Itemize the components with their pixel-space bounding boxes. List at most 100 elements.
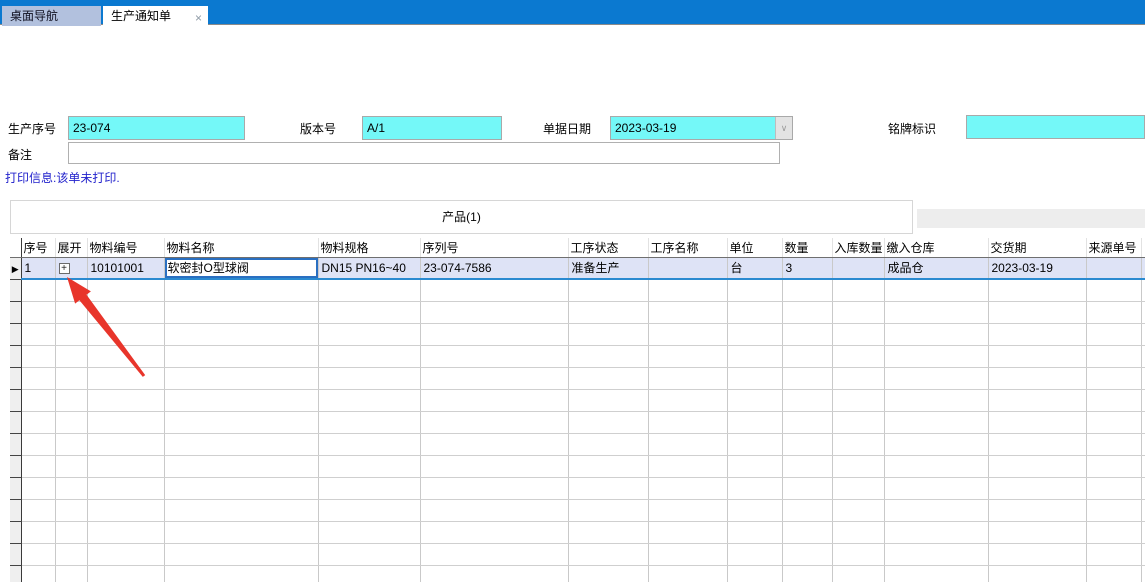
empty-cell[interactable] bbox=[420, 477, 569, 500]
empty-cell[interactable] bbox=[318, 345, 421, 368]
remark-input[interactable] bbox=[68, 142, 780, 164]
empty-cell[interactable] bbox=[648, 301, 728, 324]
empty-cell[interactable] bbox=[782, 521, 833, 544]
cell-0[interactable]: 1 bbox=[21, 257, 56, 280]
empty-cell[interactable] bbox=[727, 477, 783, 500]
empty-cell[interactable] bbox=[164, 433, 319, 456]
empty-cell[interactable] bbox=[568, 279, 649, 302]
empty-cell[interactable] bbox=[727, 411, 783, 434]
empty-cell[interactable] bbox=[648, 323, 728, 346]
column-header-7[interactable]: 工序名称 bbox=[648, 238, 728, 258]
empty-cell[interactable] bbox=[21, 389, 56, 412]
empty-cell[interactable] bbox=[55, 477, 88, 500]
empty-cell[interactable] bbox=[1086, 499, 1142, 522]
empty-cell[interactable] bbox=[318, 279, 421, 302]
empty-cell[interactable] bbox=[884, 279, 989, 302]
empty-cell[interactable] bbox=[648, 279, 728, 302]
empty-cell[interactable] bbox=[988, 411, 1087, 434]
empty-cell[interactable] bbox=[164, 389, 319, 412]
empty-cell[interactable] bbox=[884, 433, 989, 456]
row-selector-cell[interactable] bbox=[10, 411, 22, 434]
empty-cell[interactable] bbox=[884, 411, 989, 434]
empty-cell[interactable] bbox=[164, 301, 319, 324]
empty-cell[interactable] bbox=[648, 543, 728, 566]
empty-cell[interactable] bbox=[648, 455, 728, 478]
cell-11[interactable]: 成品仓 bbox=[884, 257, 989, 280]
empty-cell[interactable] bbox=[988, 455, 1087, 478]
empty-cell[interactable] bbox=[87, 323, 165, 346]
empty-cell[interactable] bbox=[87, 411, 165, 434]
empty-cell[interactable] bbox=[568, 389, 649, 412]
empty-cell[interactable] bbox=[164, 565, 319, 582]
empty-cell[interactable] bbox=[87, 367, 165, 390]
empty-cell[interactable] bbox=[727, 565, 783, 582]
cell-4[interactable]: DN15 PN16~40 bbox=[318, 257, 421, 280]
empty-cell[interactable] bbox=[988, 345, 1087, 368]
empty-cell[interactable] bbox=[884, 477, 989, 500]
empty-cell[interactable] bbox=[988, 301, 1087, 324]
column-header-13[interactable]: 来源单号 bbox=[1086, 238, 1142, 258]
cell-12[interactable]: 2023-03-19 bbox=[988, 257, 1087, 280]
doc-date-dropdown-button[interactable]: ∨ bbox=[775, 117, 792, 139]
empty-cell[interactable] bbox=[318, 433, 421, 456]
empty-cell[interactable] bbox=[782, 367, 833, 390]
empty-cell[interactable] bbox=[55, 323, 88, 346]
empty-cell[interactable] bbox=[55, 521, 88, 544]
empty-cell[interactable] bbox=[832, 345, 885, 368]
empty-cell[interactable] bbox=[727, 499, 783, 522]
empty-cell[interactable] bbox=[21, 543, 56, 566]
empty-cell[interactable] bbox=[988, 477, 1087, 500]
empty-cell[interactable] bbox=[21, 499, 56, 522]
empty-cell[interactable] bbox=[648, 499, 728, 522]
empty-cell[interactable] bbox=[21, 477, 56, 500]
empty-cell[interactable] bbox=[727, 455, 783, 478]
empty-cell[interactable] bbox=[1086, 521, 1142, 544]
empty-cell[interactable] bbox=[832, 521, 885, 544]
empty-cell[interactable] bbox=[164, 411, 319, 434]
empty-cell[interactable] bbox=[884, 301, 989, 324]
empty-cell[interactable] bbox=[568, 323, 649, 346]
empty-cell[interactable] bbox=[568, 301, 649, 324]
cell-10[interactable] bbox=[832, 257, 885, 280]
column-header-10[interactable]: 入库数量 bbox=[832, 238, 885, 258]
empty-cell[interactable] bbox=[164, 279, 319, 302]
empty-cell[interactable] bbox=[318, 367, 421, 390]
empty-cell[interactable] bbox=[988, 389, 1087, 412]
empty-cell[interactable] bbox=[832, 455, 885, 478]
empty-cell[interactable] bbox=[21, 301, 56, 324]
cell-13[interactable] bbox=[1086, 257, 1142, 280]
empty-cell[interactable] bbox=[318, 389, 421, 412]
empty-cell[interactable] bbox=[884, 345, 989, 368]
empty-cell[interactable] bbox=[1086, 323, 1142, 346]
empty-cell[interactable] bbox=[21, 433, 56, 456]
empty-cell[interactable] bbox=[1086, 279, 1142, 302]
empty-cell[interactable] bbox=[832, 543, 885, 566]
empty-cell[interactable] bbox=[727, 367, 783, 390]
column-header-8[interactable]: 单位 bbox=[727, 238, 783, 258]
empty-cell[interactable] bbox=[988, 521, 1087, 544]
column-header-3[interactable]: 物料名称 bbox=[164, 238, 319, 258]
cell-9[interactable]: 3 bbox=[782, 257, 833, 280]
empty-cell[interactable] bbox=[87, 477, 165, 500]
empty-cell[interactable] bbox=[55, 543, 88, 566]
empty-cell[interactable] bbox=[568, 543, 649, 566]
row-selector-cell[interactable] bbox=[10, 499, 22, 522]
empty-cell[interactable] bbox=[832, 477, 885, 500]
expand-plus-icon[interactable]: + bbox=[58, 263, 70, 275]
empty-cell[interactable] bbox=[988, 565, 1087, 582]
empty-cell[interactable] bbox=[318, 323, 421, 346]
row-selector-cell[interactable] bbox=[10, 433, 22, 456]
empty-cell[interactable] bbox=[87, 499, 165, 522]
empty-cell[interactable] bbox=[164, 367, 319, 390]
column-header-12[interactable]: 交货期 bbox=[988, 238, 1087, 258]
empty-cell[interactable] bbox=[55, 367, 88, 390]
column-header-5[interactable]: 序列号 bbox=[420, 238, 569, 258]
table-row[interactable]: ▶ 1 +10101001 软密封O型球阀 DN15 PN16~40 23-074-758… bbox=[10, 257, 1145, 280]
empty-cell[interactable] bbox=[1086, 543, 1142, 566]
empty-cell[interactable] bbox=[164, 345, 319, 368]
empty-cell[interactable] bbox=[832, 367, 885, 390]
empty-cell[interactable] bbox=[1086, 367, 1142, 390]
empty-cell[interactable] bbox=[21, 279, 56, 302]
empty-cell[interactable] bbox=[782, 279, 833, 302]
empty-cell[interactable] bbox=[648, 389, 728, 412]
